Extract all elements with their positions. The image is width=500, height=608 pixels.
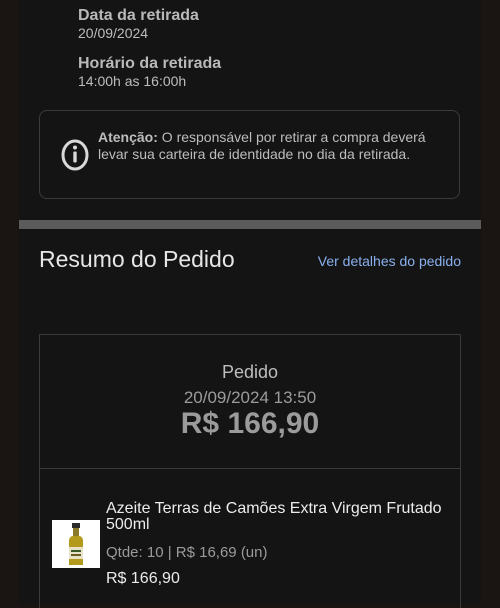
alert-message: Atenção: O responsável por retirar a com… <box>98 129 448 163</box>
item-price: R$ 166,90 <box>106 570 180 587</box>
alert-title: Atenção: <box>98 129 158 145</box>
olive-oil-bottle-image <box>52 520 100 568</box>
attention-alert: Atenção: O responsável por retirar a com… <box>39 110 460 199</box>
item-name: Azeite Terras de Camões Extra Virgem Fru… <box>106 500 442 533</box>
section-divider <box>19 220 481 229</box>
order-summary-title: Resumo do Pedido <box>39 246 235 272</box>
order-total: R$ 166,90 <box>180 407 320 440</box>
list-item[interactable]: Azeite Terras de Camões Extra Virgem Fru… <box>39 468 461 608</box>
order-datetime: 20/09/2024 13:50 <box>183 388 317 407</box>
pickup-time-label: Horário da retirada <box>78 55 222 72</box>
order-label: Pedido <box>221 362 279 382</box>
app-screen: Data da retirada 20/09/2024 Horário da r… <box>19 0 481 608</box>
order-details-link[interactable]: Ver detalhes do pedido <box>318 253 461 269</box>
order-card: Pedido 20/09/2024 13:50 R$ 166,90 <box>39 334 461 469</box>
pickup-date-label: Data da retirada <box>78 7 199 24</box>
info-icon <box>61 139 89 171</box>
pickup-time-value: 14:00h as 16:00h <box>78 73 187 89</box>
pickup-date-value: 20/09/2024 <box>78 25 149 41</box>
item-quantity: Qtde: 10 | R$ 16,69 (un) <box>106 544 268 561</box>
